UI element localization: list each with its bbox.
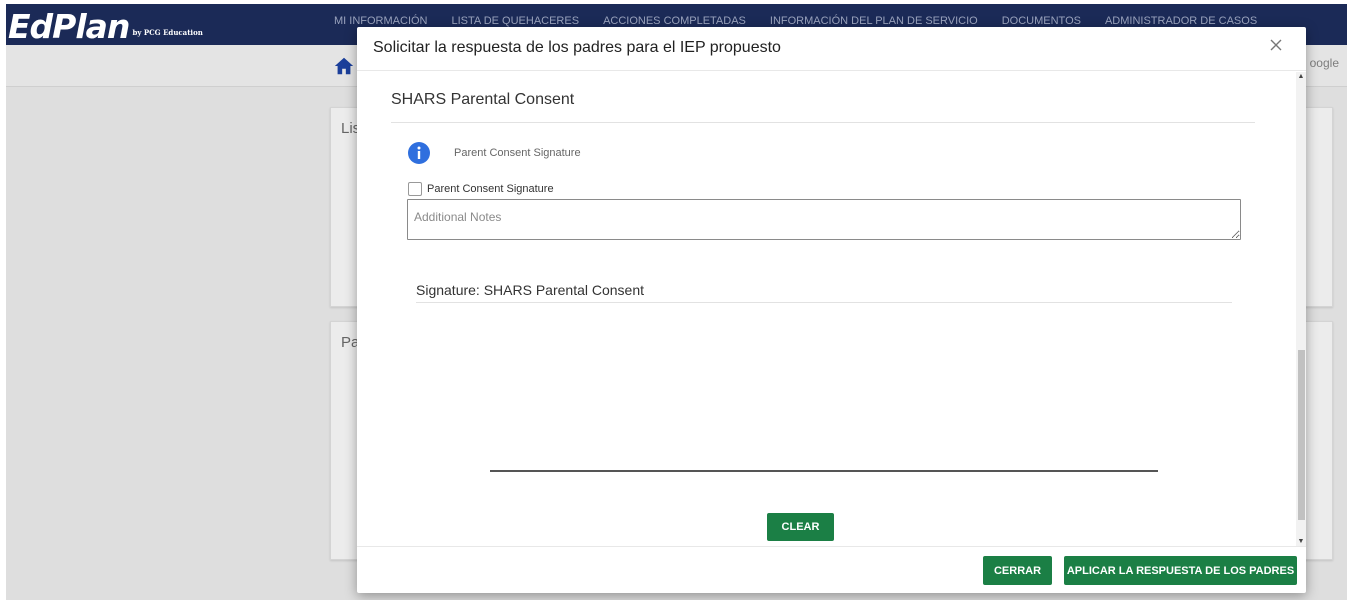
signature-title: Signature: SHARS Parental Consent xyxy=(416,282,645,298)
dialog-title: Solicitar la respuesta de los padres par… xyxy=(373,39,781,56)
cerrar-button[interactable]: CERRAR xyxy=(983,556,1052,585)
section-title: SHARS Parental Consent xyxy=(391,91,575,108)
signature-baseline xyxy=(490,470,1158,472)
checkbox-label[interactable]: Parent Consent Signature xyxy=(427,183,554,195)
signature-divider xyxy=(416,302,1232,303)
logo-byline: by PCG Education xyxy=(132,28,203,37)
apply-parent-response-button[interactable]: APLICAR LA RESPUESTA DE LOS PADRES xyxy=(1064,556,1297,585)
consent-checkbox-row[interactable]: Parent Consent Signature xyxy=(408,182,554,196)
dialog-footer: CERRAR APLICAR LA RESPUESTA DE LOS PADRE… xyxy=(357,546,1306,593)
scrollbar-thumb[interactable] xyxy=(1298,350,1305,520)
nav-mi-informacion[interactable]: MI INFORMACIÓN xyxy=(334,15,428,27)
close-icon[interactable] xyxy=(1266,35,1286,55)
dialog-scrollbar[interactable]: ▲ ▼ xyxy=(1296,72,1306,547)
parent-consent-checkbox[interactable] xyxy=(408,182,422,196)
nav-administrador-de-casos[interactable]: ADMINISTRADOR DE CASOS xyxy=(1105,15,1257,27)
additional-notes-textarea[interactable] xyxy=(407,199,1241,240)
info-icon xyxy=(408,142,430,164)
logo-wordmark: EdPlan xyxy=(8,7,130,46)
parent-response-dialog: Solicitar la respuesta de los padres par… xyxy=(357,27,1306,593)
nav-documentos[interactable]: DOCUMENTOS xyxy=(1002,15,1081,27)
clear-button[interactable]: CLEAR xyxy=(767,513,834,541)
edplan-logo[interactable]: EdPlan by PCG Education xyxy=(8,6,203,44)
home-icon[interactable] xyxy=(333,55,355,77)
nav-plan-de-servicio[interactable]: INFORMACIÓN DEL PLAN DE SERVICIO xyxy=(770,15,978,27)
nav-lista-de-quehaceres[interactable]: LISTA DE QUEHACERES xyxy=(452,15,580,27)
top-navigation: MI INFORMACIÓN LISTA DE QUEHACERES ACCIO… xyxy=(334,15,1257,27)
google-translate-label[interactable]: oogle xyxy=(1310,56,1339,70)
nav-acciones-completadas[interactable]: ACCIONES COMPLETADAS xyxy=(603,15,746,27)
scroll-up-arrow-icon[interactable]: ▲ xyxy=(1296,72,1306,82)
section-divider xyxy=(391,122,1255,123)
dialog-header: Solicitar la respuesta de los padres par… xyxy=(357,27,1306,71)
dialog-body: SHARS Parental Consent Parent Consent Si… xyxy=(357,72,1297,546)
signature-pad[interactable] xyxy=(487,322,1157,472)
info-text: Parent Consent Signature xyxy=(454,147,581,159)
